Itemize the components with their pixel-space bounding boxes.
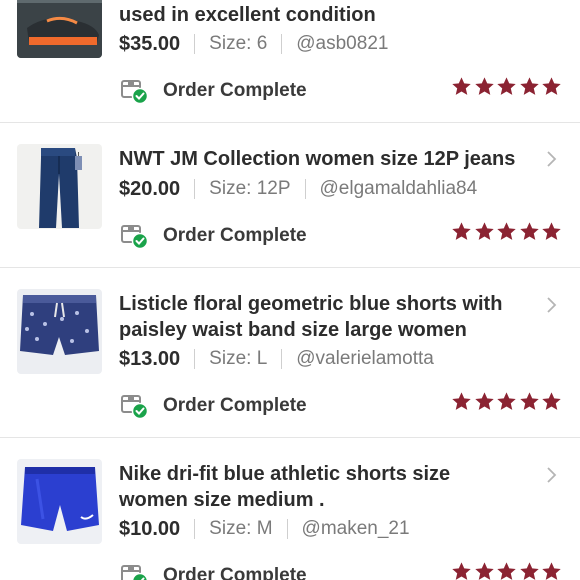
order-meta: $20.00 Size: 12P @elgamaldahlia84 bbox=[119, 176, 477, 202]
meta-divider bbox=[281, 349, 283, 369]
star-icon bbox=[474, 222, 494, 240]
star-icon bbox=[474, 562, 494, 580]
rating-stars bbox=[451, 221, 564, 243]
star-icon bbox=[452, 562, 471, 580]
item-thumbnail[interactable] bbox=[17, 459, 102, 544]
package-check-icon bbox=[121, 395, 149, 420]
order-meta: $10.00 Size: M @maken_21 bbox=[119, 516, 410, 542]
item-thumbnail[interactable] bbox=[17, 144, 102, 229]
order-title[interactable]: Listicle floral geometric blue shorts wi… bbox=[119, 291, 529, 343]
order-title[interactable]: used in excellent condition bbox=[119, 2, 529, 28]
star-icon bbox=[519, 77, 539, 95]
jeans-photo bbox=[17, 144, 102, 229]
meta-divider bbox=[194, 349, 196, 369]
star-icon bbox=[542, 77, 561, 95]
meta-divider bbox=[194, 179, 196, 199]
status-text: Order Complete bbox=[163, 80, 307, 101]
star-icon bbox=[497, 562, 516, 580]
order-price: $13.00 bbox=[119, 347, 181, 370]
chevron-right-icon[interactable] bbox=[543, 296, 561, 314]
star-icon bbox=[474, 392, 494, 410]
order-meta: $13.00 Size: L @valerielamotta bbox=[119, 346, 434, 372]
meta-divider bbox=[286, 519, 288, 539]
order-item-0[interactable]: used in excellent condition $35.00 Size:… bbox=[0, 0, 580, 122]
star-icon bbox=[452, 77, 471, 95]
order-title-line: used in excellent condition bbox=[119, 4, 376, 26]
rating-stars bbox=[451, 391, 564, 413]
meta-divider bbox=[194, 519, 196, 539]
order-item-1[interactable]: NWT JM Collection women size 12P jeans $… bbox=[0, 123, 580, 267]
star-icon bbox=[519, 562, 539, 580]
order-item-3[interactable]: Nike dri-fit blue athletic shorts size w… bbox=[0, 438, 580, 580]
seller-username[interactable]: @asb0821 bbox=[296, 33, 388, 55]
meta-divider bbox=[281, 34, 283, 54]
meta-divider bbox=[194, 34, 196, 54]
seller-username[interactable]: @maken_21 bbox=[302, 518, 410, 540]
chevron-right-icon[interactable] bbox=[543, 150, 561, 168]
star-icon bbox=[542, 392, 561, 410]
order-status: Order Complete bbox=[120, 562, 307, 580]
rating-stars bbox=[451, 561, 564, 580]
order-meta: $35.00 Size: 6 @asb0821 bbox=[119, 31, 388, 57]
order-size: Size: M bbox=[209, 518, 273, 539]
order-title-line: Nike dri-fit blue athletic shorts size bbox=[119, 463, 451, 485]
order-item-2[interactable]: Listicle floral geometric blue shorts wi… bbox=[0, 268, 580, 437]
order-price: $10.00 bbox=[119, 517, 181, 540]
item-thumbnail[interactable] bbox=[17, 289, 102, 374]
status-text: Order Complete bbox=[163, 225, 307, 246]
star-icon bbox=[452, 222, 471, 240]
star-icon bbox=[497, 222, 516, 240]
order-status: Order Complete bbox=[120, 222, 307, 250]
order-status: Order Complete bbox=[120, 77, 307, 105]
meta-divider bbox=[304, 179, 306, 199]
star-icon bbox=[452, 392, 471, 410]
star-icon bbox=[519, 392, 539, 410]
package-check-icon bbox=[121, 565, 149, 580]
seller-username[interactable]: @elgamaldahlia84 bbox=[320, 178, 478, 200]
order-size: Size: 12P bbox=[209, 178, 291, 199]
order-title[interactable]: NWT JM Collection women size 12P jeans bbox=[119, 146, 529, 172]
order-price: $35.00 bbox=[119, 32, 181, 55]
order-size: Size: L bbox=[209, 348, 268, 369]
order-title[interactable]: Nike dri-fit blue athletic shorts size w… bbox=[119, 461, 529, 513]
athletic-shorts-photo bbox=[17, 459, 102, 544]
order-title-line: NWT JM Collection women size 12P jeans bbox=[119, 148, 516, 170]
chevron-right-icon[interactable] bbox=[543, 466, 561, 484]
rating-stars bbox=[451, 76, 564, 98]
star-icon bbox=[542, 222, 561, 240]
star-icon bbox=[497, 77, 516, 95]
item-thumbnail[interactable] bbox=[17, 0, 102, 58]
star-icon bbox=[542, 562, 561, 580]
seller-username[interactable]: @valerielamotta bbox=[296, 348, 434, 370]
order-price: $20.00 bbox=[119, 177, 181, 200]
package-check-icon bbox=[121, 80, 149, 105]
order-title-line: Listicle floral geometric blue shorts wi… bbox=[119, 293, 503, 315]
package-check-icon bbox=[121, 225, 149, 250]
star-icon bbox=[497, 392, 516, 410]
star-icon bbox=[474, 77, 494, 95]
order-title-line: paisley waist band size large women bbox=[119, 319, 467, 341]
order-title-line: women size medium . bbox=[119, 489, 325, 511]
status-text: Order Complete bbox=[163, 565, 307, 580]
status-text: Order Complete bbox=[163, 395, 307, 416]
floral-shorts-photo bbox=[17, 289, 102, 374]
order-status: Order Complete bbox=[120, 392, 307, 420]
order-size: Size: 6 bbox=[209, 33, 268, 54]
sneaker-photo bbox=[17, 0, 102, 58]
star-icon bbox=[519, 222, 539, 240]
